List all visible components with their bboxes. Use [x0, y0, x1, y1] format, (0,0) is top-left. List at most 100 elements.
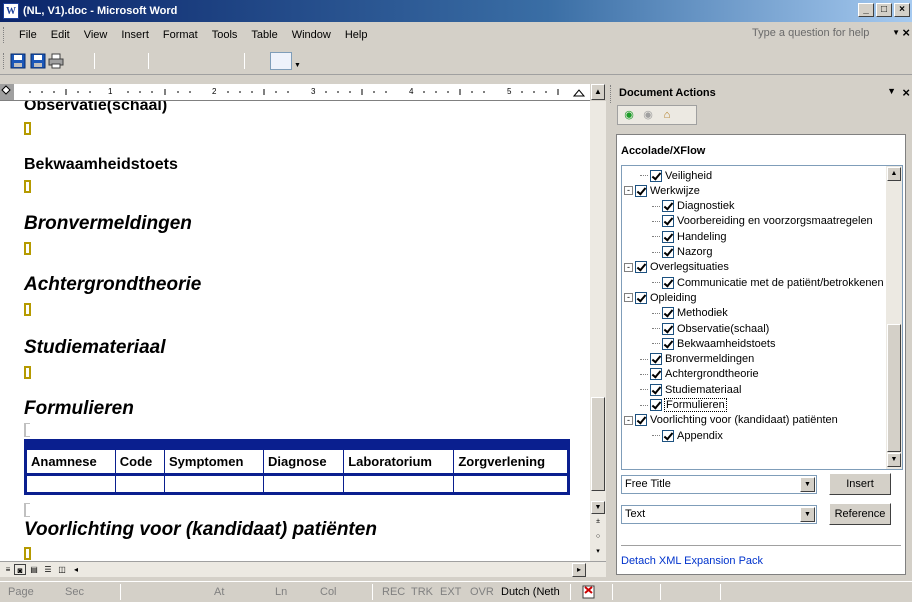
- status-ext[interactable]: EXT: [440, 586, 461, 598]
- document-close-icon[interactable]: ×: [902, 25, 910, 40]
- tree-item-checkbox[interactable]: [635, 261, 647, 274]
- tree-item-checkbox[interactable]: [662, 307, 674, 320]
- outline-view-icon[interactable]: ☰: [42, 564, 54, 575]
- menu-insert[interactable]: Insert: [114, 27, 156, 43]
- tree-item-checkbox[interactable]: [662, 276, 674, 289]
- chevron-down-icon[interactable]: ▼: [800, 477, 815, 492]
- xml-tag-marker[interactable]: [24, 180, 31, 193]
- word-app-icon[interactable]: W: [3, 3, 19, 19]
- toolbar-options-icon[interactable]: ▼: [294, 62, 301, 69]
- collapse-icon[interactable]: -: [624, 293, 633, 303]
- menu-edit[interactable]: Edit: [44, 27, 77, 43]
- save-icon[interactable]: [10, 53, 26, 69]
- scroll-thumb[interactable]: [591, 397, 605, 491]
- tree-item-checkbox[interactable]: [662, 230, 674, 243]
- normal-view-icon[interactable]: ≡: [2, 564, 14, 575]
- reference-button[interactable]: Reference: [829, 503, 891, 525]
- table-column-header[interactable]: Zorgverlening: [453, 449, 568, 475]
- save-as-icon[interactable]: [30, 53, 46, 69]
- tree-item[interactable]: Diagnostiek: [652, 199, 734, 214]
- tree-item-checkbox[interactable]: [662, 215, 674, 228]
- scroll-left-icon[interactable]: ◂: [70, 564, 82, 575]
- table-cell[interactable]: [343, 474, 455, 493]
- menu-window[interactable]: Window: [285, 27, 338, 43]
- xml-structure-tree[interactable]: Veiligheid - Werkwijze Diagnostiek Voorberei…: [621, 165, 903, 470]
- menu-help[interactable]: Help: [338, 27, 375, 43]
- tree-item[interactable]: Nazorg: [652, 245, 712, 260]
- spelling-status-icon[interactable]: [582, 585, 598, 599]
- tree-item[interactable]: Observatie(schaal): [652, 321, 769, 336]
- close-button[interactable]: ×: [894, 3, 910, 17]
- scroll-up-button[interactable]: ▲: [591, 84, 605, 100]
- table-column-header[interactable]: Symptomen: [164, 449, 265, 475]
- detach-expansion-pack-link[interactable]: Detach XML Expansion Pack: [621, 555, 763, 567]
- web-view-icon[interactable]: ◙: [14, 564, 26, 575]
- minimize-button[interactable]: _: [858, 3, 874, 17]
- table-column-header[interactable]: Code: [114, 449, 166, 475]
- tree-item[interactable]: - Opleiding: [624, 290, 696, 305]
- table-column-header[interactable]: Laboratorium: [343, 449, 455, 475]
- element-select[interactable]: Free Title ▼: [621, 475, 817, 494]
- status-rec[interactable]: REC: [382, 586, 405, 598]
- collapse-icon[interactable]: -: [624, 186, 633, 196]
- tree-item-checkbox[interactable]: [650, 353, 662, 366]
- status-ovr[interactable]: OVR: [470, 586, 494, 598]
- tree-item-checkbox[interactable]: [635, 414, 647, 427]
- menu-table[interactable]: Table: [244, 27, 284, 43]
- tree-item-checkbox[interactable]: [662, 246, 674, 258]
- status-trk[interactable]: TRK: [411, 586, 433, 598]
- forms-table[interactable]: Anamnese Code Symptomen Diagnose Laborat…: [24, 449, 570, 495]
- scroll-down-button[interactable]: ▼: [591, 501, 605, 514]
- menu-format[interactable]: Format: [156, 27, 205, 43]
- toolbar-style-dropdown[interactable]: [270, 52, 292, 70]
- tree-item-checkbox[interactable]: [635, 184, 647, 197]
- home-icon[interactable]: ⌂: [659, 107, 675, 123]
- collapse-icon[interactable]: -: [624, 415, 633, 425]
- xml-tag-marker[interactable]: [24, 303, 31, 316]
- table-column-header[interactable]: Anamnese: [26, 449, 116, 475]
- maximize-button[interactable]: □: [876, 3, 892, 17]
- table-cell[interactable]: [453, 474, 568, 493]
- attribute-select[interactable]: Text ▼: [621, 505, 817, 524]
- tree-scroll-down-button[interactable]: ▼: [887, 453, 901, 467]
- forward-icon[interactable]: ◉: [640, 107, 656, 123]
- tree-item[interactable]: Bekwaamheidstoets: [652, 336, 775, 351]
- table-cell[interactable]: [114, 474, 166, 493]
- tree-item[interactable]: - Voorlichting voor (kandidaat) patiënten: [624, 413, 838, 428]
- tree-item-checkbox[interactable]: [662, 429, 674, 442]
- tree-item[interactable]: - Overlegsituaties: [624, 260, 729, 275]
- menubar-grip[interactable]: [3, 26, 6, 43]
- select-browse-object-icon[interactable]: ○: [591, 531, 605, 544]
- table-cell[interactable]: [26, 474, 116, 493]
- toolbar-grip[interactable]: [3, 53, 6, 69]
- document-vertical-scrollbar[interactable]: ▼ ± ○ ▾: [590, 101, 606, 561]
- next-page-icon[interactable]: ▾: [591, 546, 605, 559]
- menu-tools[interactable]: Tools: [205, 27, 245, 43]
- tree-item[interactable]: Handeling: [652, 229, 727, 244]
- menu-view[interactable]: View: [77, 27, 115, 43]
- tree-item[interactable]: Voorbereiding en voorzorgsmaatregelen: [652, 214, 873, 229]
- tree-item-checkbox[interactable]: [650, 368, 662, 381]
- reading-view-icon[interactable]: ◫: [56, 564, 68, 575]
- xml-tag-marker[interactable]: [24, 122, 31, 135]
- tree-item-checkbox[interactable]: [662, 200, 674, 213]
- help-dropdown-icon[interactable]: ▼: [892, 28, 900, 37]
- tree-item[interactable]: Achtergrondtheorie: [640, 367, 759, 382]
- tree-item-checkbox[interactable]: [650, 383, 662, 396]
- tree-item[interactable]: Studiemateriaal: [640, 382, 741, 397]
- tree-item[interactable]: Veiligheid: [640, 168, 712, 183]
- tree-scroll-thumb[interactable]: [887, 324, 901, 452]
- xml-tag-marker[interactable]: [24, 366, 31, 379]
- insert-button[interactable]: Insert: [829, 473, 891, 495]
- menu-file[interactable]: File: [12, 27, 44, 43]
- table-cell[interactable]: [263, 474, 345, 493]
- tree-item-checkbox[interactable]: [662, 322, 674, 335]
- tree-scrollbar[interactable]: ▲ ▼: [886, 166, 902, 469]
- help-search-input[interactable]: Type a question for help: [750, 27, 890, 43]
- tree-item[interactable]: Appendix: [652, 428, 723, 443]
- tree-item-checkbox[interactable]: [662, 337, 674, 350]
- chevron-down-icon[interactable]: ▼: [800, 507, 815, 522]
- print-icon[interactable]: [48, 53, 64, 69]
- tree-scroll-up-button[interactable]: ▲: [887, 167, 901, 181]
- tree-item-checkbox[interactable]: [650, 169, 662, 182]
